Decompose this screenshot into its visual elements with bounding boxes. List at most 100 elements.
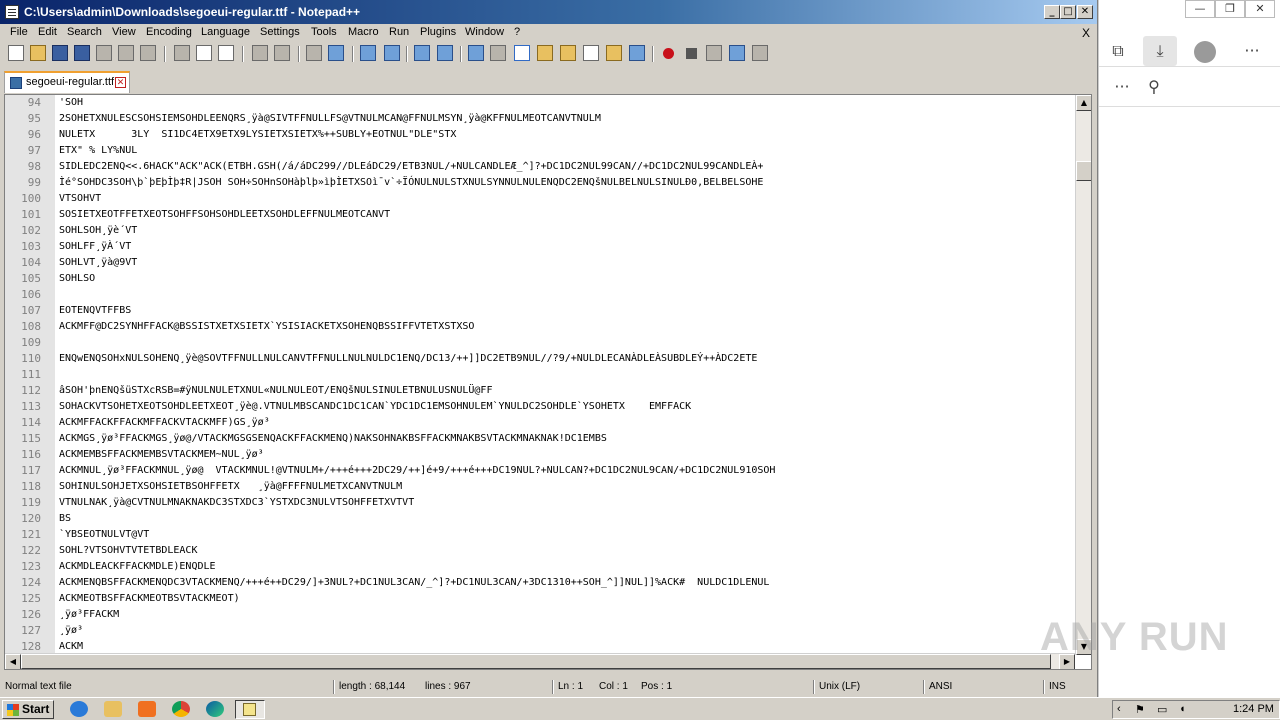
close-button[interactable]: ✕ [1077, 5, 1093, 19]
status-encoding[interactable]: ANSI [929, 681, 952, 692]
tray-volume-icon[interactable]: ◖ [1179, 703, 1186, 715]
editor-line[interactable]: 121 `YBSEOTNULVT@VT [5, 527, 1075, 543]
save-macro-icon[interactable] [752, 45, 768, 61]
edge-icon[interactable] [206, 701, 224, 717]
menu-file[interactable]: File [10, 26, 28, 38]
doc-map-icon[interactable] [560, 45, 576, 61]
monitoring-icon[interactable] [629, 45, 645, 61]
tab-close-icon[interactable]: ✕ [115, 77, 126, 88]
taskbar-notepadpp-button[interactable] [235, 700, 265, 719]
show-all-characters-icon[interactable] [490, 45, 506, 61]
title-bar[interactable]: C:\Users\admin\Downloads\segoeui-regular… [0, 0, 1097, 24]
copy-icon[interactable] [196, 45, 212, 61]
close-all-icon[interactable] [118, 45, 134, 61]
status-insert-mode[interactable]: INS [1049, 681, 1066, 692]
profile-avatar[interactable] [1194, 41, 1216, 63]
editor-line[interactable]: 115 ACKMGS¸ÿø³FFACKMGS¸ÿø@/VTACKMGSGSENQA… [5, 431, 1075, 447]
editor-line[interactable]: 98 SIDLEDC2ENQ<<.6HACK"ACK"ACK(ETBH.GSH(/… [5, 159, 1075, 175]
horizontal-scrollbar[interactable]: ◀ ▶ [5, 653, 1075, 669]
cut-icon[interactable] [174, 45, 190, 61]
playback-macro-icon[interactable] [706, 45, 722, 61]
new-file-icon[interactable] [8, 45, 24, 61]
text-editor[interactable]: 94 'SOH 95 2SOHETXNULESCSOHSIEMSOHDLEENQRS¸… [4, 94, 1092, 670]
menu-tools[interactable]: Tools [311, 26, 337, 38]
open-file-icon[interactable] [30, 45, 46, 61]
editor-line[interactable]: 108 ACKMFF@DC2SYNHFFACK@BSSISTXETXSIETX`Y… [5, 319, 1075, 335]
menu-window[interactable]: Window [465, 26, 504, 38]
indent-guide-icon[interactable] [514, 45, 530, 61]
more-options-icon[interactable]: ··· [1235, 36, 1269, 66]
pin-icon[interactable]: ⚲ [1137, 72, 1171, 102]
editor-line[interactable]: 124 ACKMENQBSFFACKMENQDC3VTACKMENQ/+++é++… [5, 575, 1075, 591]
media-player-icon[interactable] [138, 701, 156, 717]
edge-close-button[interactable]: ✕ [1245, 0, 1275, 18]
minimize-button[interactable]: _ [1044, 5, 1060, 19]
run-macro-multiple-icon[interactable] [729, 45, 745, 61]
menu-encoding[interactable]: Encoding [146, 26, 192, 38]
function-list-icon[interactable] [583, 45, 599, 61]
menu-plugins[interactable]: Plugins [420, 26, 456, 38]
udl-icon[interactable] [537, 45, 553, 61]
close-document-button[interactable]: X [1082, 26, 1090, 40]
editor-line[interactable]: 101 SOSIETXEOTFFETXEOTSOHFFSOHSOHDLEETXSO… [5, 207, 1075, 223]
clock[interactable]: 1:24 PM [1233, 703, 1274, 715]
vertical-scrollbar[interactable]: ▲ ▼ [1075, 95, 1091, 655]
tab-segoeui-regular[interactable]: segoeui-regular.ttf ✕ [4, 71, 130, 93]
sync-horizontal-icon[interactable] [437, 45, 453, 61]
record-macro-icon[interactable] [663, 48, 674, 59]
edge-restore-button[interactable]: ❐ [1215, 0, 1245, 18]
menu-run[interactable]: Run [389, 26, 409, 38]
editor-line[interactable]: 112 âSOH'þnENQšüSTXcRSB=#ÿNULNULETXNUL«NU… [5, 383, 1075, 399]
collections-icon[interactable]: ⧉ [1101, 36, 1135, 66]
editor-line[interactable]: 95 2SOHETXNULESCSOHSIEMSOHDLEENQRS¸ÿà@SIV… [5, 111, 1075, 127]
editor-line[interactable]: 122 SOHL?VTSOHVTVTETBDLEACK [5, 543, 1075, 559]
editor-line[interactable]: 125 ACKMEOTBSFFACKMEOTBSVTACKMEOT) [5, 591, 1075, 607]
sync-vertical-icon[interactable] [414, 45, 430, 61]
panel-more-icon[interactable]: ··· [1105, 72, 1139, 102]
editor-line[interactable]: 120 BS [5, 511, 1075, 527]
edge-minimize-button[interactable]: — [1185, 0, 1215, 18]
maximize-button[interactable]: □ [1060, 5, 1076, 19]
menu-macro[interactable]: Macro [348, 26, 379, 38]
replace-icon[interactable] [328, 45, 344, 61]
menu-search[interactable]: Search [67, 26, 102, 38]
tray-flag-icon[interactable]: ⚑ [1135, 703, 1145, 716]
downloads-icon[interactable]: ⤓ [1143, 36, 1177, 66]
menu-language[interactable]: Language [201, 26, 250, 38]
menu-view[interactable]: View [112, 26, 136, 38]
editor-line[interactable]: 103 SOHLFF¸ÿÀ´VT [5, 239, 1075, 255]
editor-line[interactable]: 111 [5, 367, 1075, 383]
editor-line[interactable]: 104 SOHLVT¸ÿà@9VT [5, 255, 1075, 271]
editor-line[interactable]: 123 ACKMDLEACKFFACKMDLE)ENQDLE [5, 559, 1075, 575]
zoom-out-icon[interactable] [384, 45, 400, 61]
undo-icon[interactable] [252, 45, 268, 61]
zoom-in-icon[interactable] [360, 45, 376, 61]
word-wrap-icon[interactable] [468, 45, 484, 61]
close-file-icon[interactable] [96, 45, 112, 61]
editor-line[interactable]: 106 [5, 287, 1075, 303]
status-eol[interactable]: Unix (LF) [819, 681, 860, 692]
editor-line[interactable]: 126 ¸ÿø³FFACKM [5, 607, 1075, 623]
folder-as-workspace-icon[interactable] [606, 45, 622, 61]
editor-line[interactable]: 127 ¸ÿø³ [5, 623, 1075, 639]
editor-line[interactable]: 114 ACKMFFACKFFACKMFFACKVTACKMFF)GS¸ÿø³ [5, 415, 1075, 431]
redo-icon[interactable] [274, 45, 290, 61]
editor-line[interactable]: 118 SOHINULSOHJETXSOHSIETBSOHFFETX ¸ÿà@FF… [5, 479, 1075, 495]
find-icon[interactable] [306, 45, 322, 61]
editor-line[interactable]: 113 SOHACKVTSOHETXEOTSOHDLEETXEOT¸ÿè@.VTN… [5, 399, 1075, 415]
tray-network-icon[interactable]: ▭ [1157, 703, 1167, 716]
editor-line[interactable]: 96 NULETX 3LY SI1DC4ETX9ETX9LYSIETXSIETX%… [5, 127, 1075, 143]
editor-line[interactable]: 105 SOHLSO [5, 271, 1075, 287]
menu-help[interactable]: ? [514, 26, 520, 38]
print-icon[interactable] [140, 45, 156, 61]
save-all-icon[interactable] [74, 45, 90, 61]
chrome-icon[interactable] [172, 701, 190, 717]
explorer-icon[interactable] [104, 701, 122, 717]
vertical-scroll-thumb[interactable] [1076, 161, 1091, 181]
editor-line[interactable]: 109 [5, 335, 1075, 351]
editor-line[interactable]: 119 VTNULNAK¸ÿà@CVTNULMNAKNAKDC3STXDC3`YS… [5, 495, 1075, 511]
ie-icon[interactable] [70, 701, 88, 717]
editor-line[interactable]: 99 Ìé°SOHDC3SOH\þ`þEþÌþ‡R|JSOH SOH÷SOHnSO… [5, 175, 1075, 191]
editor-line[interactable]: 100 VTSOHVT [5, 191, 1075, 207]
editor-line[interactable]: 107 EOTENQVTFFBS [5, 303, 1075, 319]
